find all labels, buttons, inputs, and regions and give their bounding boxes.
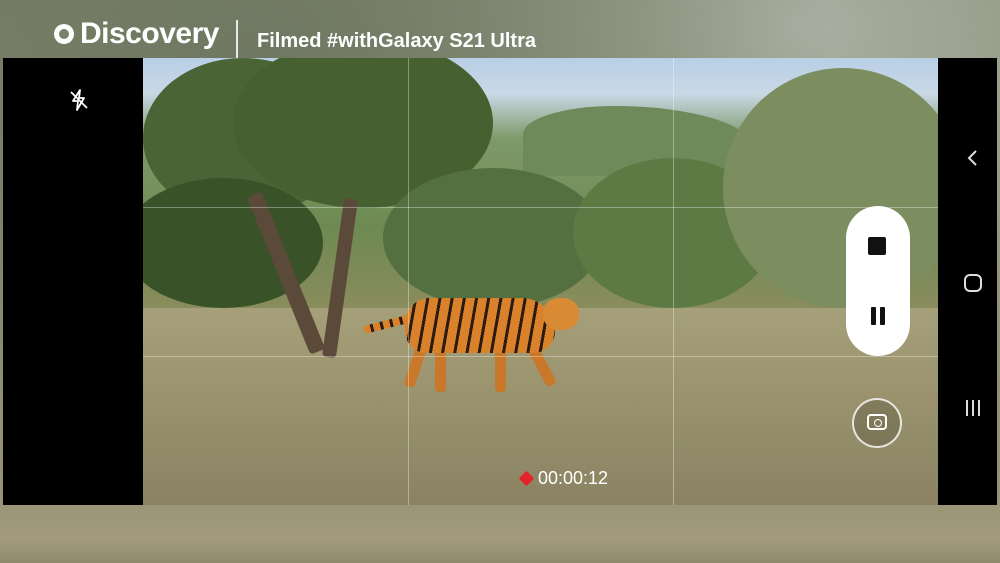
flash-off-icon[interactable] (67, 88, 91, 112)
home-icon[interactable] (963, 273, 983, 293)
recording-time: 00:00:12 (538, 468, 609, 488)
discovery-logo: Discovery (54, 19, 219, 49)
grid-line (673, 58, 674, 505)
tree-foliage (383, 168, 603, 308)
tiger-head (543, 298, 579, 330)
pause-icon[interactable] (869, 307, 887, 325)
blurred-backdrop-bottom (0, 505, 1000, 563)
camera-viewfinder[interactable]: 00:00:12 (143, 58, 938, 505)
grid-line (408, 58, 409, 505)
recording-controls (846, 206, 910, 356)
brand-name: Discovery (80, 17, 219, 50)
grid-line (143, 207, 938, 208)
tiger-body (405, 298, 555, 353)
header-divider (236, 20, 238, 60)
stop-icon[interactable] (868, 237, 886, 255)
recording-dot-icon (518, 470, 535, 487)
grid-line (143, 356, 938, 357)
header-tagline: Filmed #withGalaxy S21 Ultra (257, 30, 536, 52)
branding-header: Discovery Filmed #withGalaxy S21 Ultra (0, 0, 1000, 60)
recording-timer: 00:00:12 (518, 468, 609, 489)
camera-capture-icon (867, 414, 887, 430)
phone-screen: 00:00:12 (3, 58, 997, 505)
recents-icon[interactable] (963, 398, 983, 418)
back-icon[interactable] (963, 148, 983, 168)
discovery-globe-icon (54, 24, 74, 44)
snapshot-button[interactable] (852, 398, 902, 448)
